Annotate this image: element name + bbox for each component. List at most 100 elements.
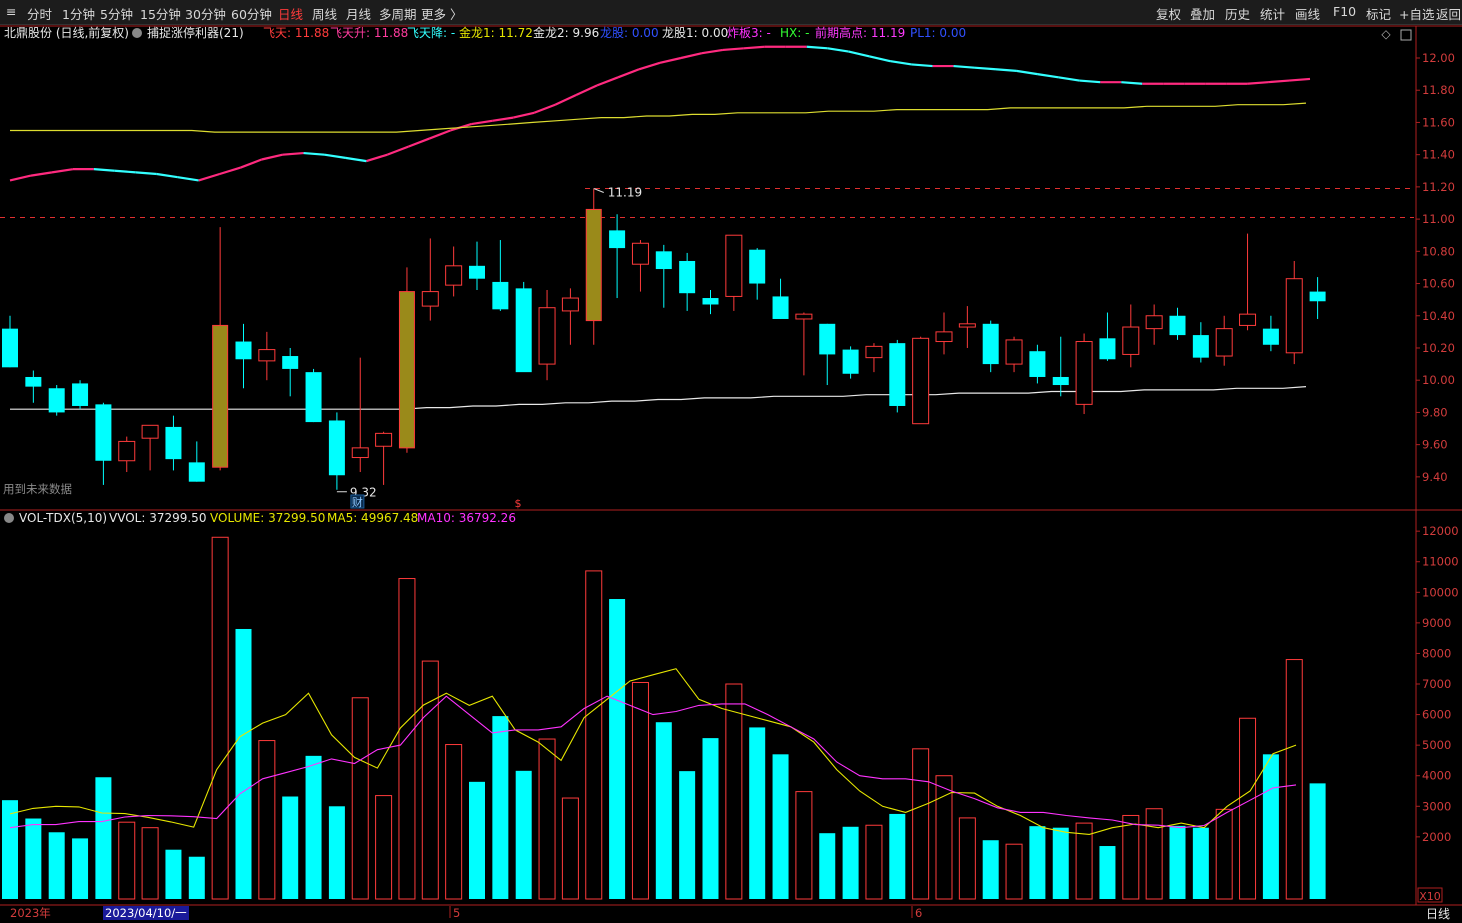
candle-down (889, 343, 906, 406)
price-tick-label: 11.20 (1422, 180, 1455, 194)
feitian-line-segment (9, 174, 32, 182)
feitian-line-segment (282, 151, 304, 156)
volume-bar-down (889, 813, 906, 899)
indicator-value-10: PL1: 0.00 (910, 26, 966, 40)
panel-maximize-icon (1400, 29, 1412, 41)
volume-bar-up (795, 791, 813, 900)
volume-bar-down (1169, 825, 1186, 899)
candle-down (95, 404, 112, 461)
volume-value-0: VVOL: 37299.50 (109, 511, 206, 525)
feitian-line-segment (177, 176, 199, 182)
volume-bar-up (421, 660, 439, 900)
candle-down (469, 265, 485, 279)
volume-tick-label: 7000 (1422, 677, 1451, 691)
feitian-line-segment (806, 45, 828, 50)
limit-up-candle (398, 291, 415, 449)
price-tick-label: 11.60 (1422, 115, 1455, 129)
candle-down (492, 281, 509, 310)
indicator-value-3: 金龙1: 11.72 (459, 25, 533, 40)
volume-bar-up (958, 817, 976, 900)
indicator-value-7: 炸板3: - (727, 26, 771, 40)
candle-up (118, 440, 136, 462)
feitian-line-segment (1247, 81, 1269, 85)
candle-down (2, 328, 18, 368)
volume-bar-up (725, 683, 743, 900)
volume-bar-up (258, 740, 276, 900)
price-tick-label: 10.40 (1422, 309, 1455, 323)
volume-value-3: MA10: 36792.26 (417, 511, 516, 525)
candle-down (702, 298, 719, 305)
month-5-label: 5 (453, 906, 460, 920)
indicator-value-2: 飞天降: - (407, 26, 455, 40)
volume-bar-down (609, 599, 626, 899)
volume-bar-up (912, 748, 930, 900)
volume-bar-down (25, 818, 42, 899)
candle-down (188, 462, 205, 482)
volume-bar-down (165, 849, 182, 899)
candle-up (1239, 313, 1257, 326)
price-tick-label: 11.80 (1422, 83, 1455, 97)
high-pointer (593, 188, 604, 193)
volume-ma10-line (9, 695, 1297, 829)
volume-bar-up (585, 570, 603, 900)
financial-report-text: 财 (352, 495, 363, 509)
candle-up (631, 242, 649, 265)
volume-bar-up (141, 827, 159, 900)
volume-bar-down (842, 826, 859, 899)
candle-up (1285, 278, 1303, 354)
feitian-line-segment (995, 68, 1017, 72)
feitian-line-segment (1267, 79, 1290, 84)
price-tick-label: 9.60 (1422, 438, 1448, 452)
feitian-line-segment (261, 153, 283, 161)
feitian-line-segment (303, 151, 325, 156)
feitian-line-segment (890, 60, 912, 66)
feitian-line-segment (407, 137, 430, 148)
date-year-label: 2023年 (10, 906, 51, 920)
volume-bar-up (211, 536, 229, 900)
volume-bar-up (935, 775, 953, 900)
feitian-line-segment (638, 61, 661, 71)
candle-down (25, 376, 42, 387)
volume-tick-label: 3000 (1422, 799, 1451, 813)
candle-down (328, 420, 345, 476)
feitian-line-segment (1058, 76, 1080, 82)
volume-bar-down (492, 716, 509, 899)
candle-up (958, 323, 976, 328)
candle-up (912, 337, 930, 425)
feitian-line-segment (471, 119, 493, 126)
volume-bar-down (1029, 826, 1046, 899)
feitian-line-segment (743, 45, 765, 50)
candle-up (725, 234, 743, 297)
candle-up (445, 265, 463, 286)
feitian-line-segment (492, 116, 514, 122)
volume-value-1: VOLUME: 37299.50 (210, 511, 325, 525)
volume-bar-up (1285, 659, 1303, 900)
stock-title: 北鼎股份 (日线,前复权) (4, 25, 129, 40)
feitian-line-segment (953, 64, 975, 69)
price-tick-label: 9.80 (1422, 405, 1448, 419)
volume-bar-down (469, 781, 485, 899)
volume-bar-down (282, 796, 299, 899)
feitian-line-segment (722, 47, 744, 52)
candle-up (935, 331, 953, 343)
volume-bar-down (655, 722, 672, 899)
feitian-line-segment (1037, 73, 1059, 79)
feitian-line-segment (1121, 81, 1143, 85)
volume-bar-up (1145, 808, 1163, 900)
candle-down (1029, 351, 1046, 377)
volume-bar-down (702, 738, 719, 899)
candle-down (655, 251, 672, 270)
volume-bar-up (445, 744, 463, 900)
dividend-marker: $ (515, 497, 522, 510)
feitian-line-segment (1016, 69, 1038, 76)
candle-up (258, 349, 276, 362)
candle-down (48, 388, 65, 413)
feitian-line-segment (533, 103, 556, 114)
volume-bar-down (1052, 827, 1069, 899)
candle-up (351, 447, 369, 459)
volume-indicator-name: VOL-TDX(5,10) (19, 511, 107, 525)
candle-down (1169, 315, 1186, 336)
volume-ma5-line (9, 668, 1297, 835)
feitian-line-segment (512, 111, 535, 119)
feitian-line-segment (848, 50, 870, 58)
